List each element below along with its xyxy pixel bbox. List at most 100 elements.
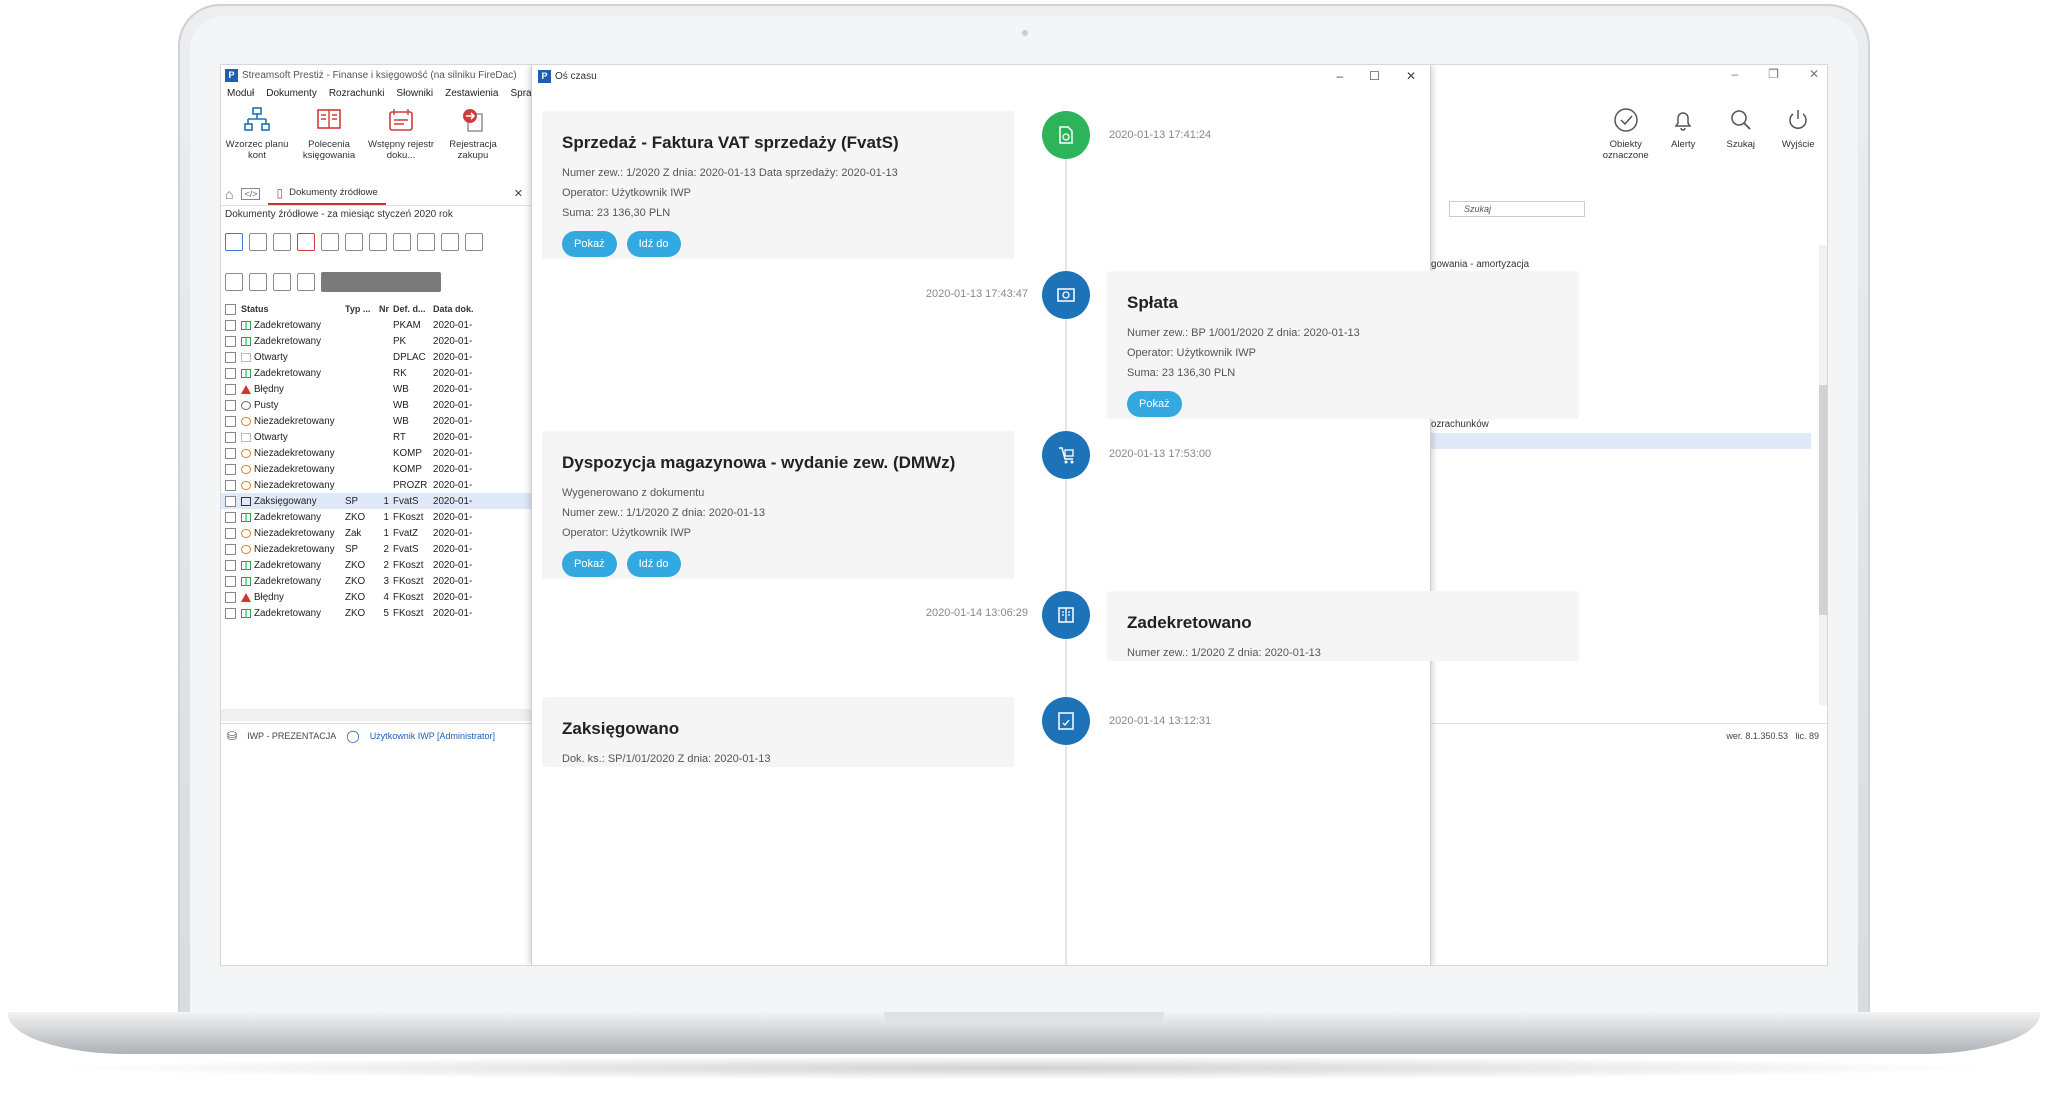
maximize-icon[interactable]: ☐ (1369, 69, 1380, 83)
print-icon[interactable] (297, 233, 315, 251)
table-row[interactable]: Niezadekretowany KOMP 2020-01- (221, 461, 531, 477)
table-row[interactable]: Zadekretowany PKAM 2020-01- (221, 317, 531, 333)
breadcrumb: Dokumenty źródłowe - za miesiąc styczeń … (225, 209, 453, 220)
row-checkbox[interactable] (225, 495, 236, 507)
row-checkbox[interactable] (225, 447, 236, 459)
row-checkbox[interactable] (225, 335, 236, 347)
row-checkbox[interactable] (225, 607, 236, 619)
code-icon[interactable]: </> (241, 187, 261, 200)
current-user[interactable]: Użytkownik IWP [Administrator] (370, 731, 495, 741)
row-checkbox[interactable] (225, 399, 236, 411)
table-row[interactable]: Niezadekretowany Zak 1 FvatZ 2020-01- (221, 525, 531, 541)
horizontal-scrollbar[interactable] (221, 709, 531, 721)
column-number[interactable]: Nr (379, 304, 393, 314)
row-checkbox[interactable] (225, 351, 236, 363)
menu-item[interactable]: Dokumenty (266, 88, 317, 99)
menu-item[interactable]: Spra (510, 88, 531, 99)
row-checkbox[interactable] (225, 431, 236, 443)
table-row[interactable]: Niezadekretowany PROZR 2020-01- (221, 477, 531, 493)
details-icon[interactable] (297, 273, 315, 291)
row-checkbox[interactable] (225, 543, 236, 555)
restore-icon[interactable]: ❐ (1768, 67, 1779, 81)
row-date: 2020-01- (433, 591, 473, 603)
menu-item[interactable]: Rozrachunki (329, 88, 385, 99)
minimize-icon[interactable]: – (1731, 67, 1738, 81)
close-icon[interactable]: ✕ (1809, 67, 1819, 81)
purchase-registration-button[interactable]: Rejestracja zakupu (437, 101, 509, 171)
export-icon[interactable] (345, 233, 363, 251)
list-icon[interactable] (249, 273, 267, 291)
book-icon[interactable] (321, 233, 339, 251)
row-checkbox[interactable] (225, 479, 236, 491)
filter-extra-icon[interactable] (465, 233, 483, 251)
edit-document-icon[interactable] (249, 233, 267, 251)
status-text: Zadekretowany (254, 607, 321, 619)
table-row[interactable]: Zaksięgowany SP 1 FvatS 2020-01- (221, 493, 531, 509)
table-row[interactable]: Pusty WB 2020-01- (221, 397, 531, 413)
show-button[interactable]: Pokaż (562, 231, 617, 257)
row-checkbox[interactable] (225, 383, 236, 395)
alerts-button[interactable]: Alerty (1655, 101, 1713, 181)
table-row[interactable]: Zadekretowany ZKO 1 FKoszt 2020-01- (221, 509, 531, 525)
table-row[interactable]: Zadekretowany ZKO 5 FKoszt 2020-01- (221, 605, 531, 621)
document-tabs: ⌂ </> ▯ Dokumenty źródłowe ✕ (221, 182, 531, 206)
copy-document-icon[interactable] (273, 233, 291, 251)
row-checkbox[interactable] (225, 559, 236, 571)
column-status[interactable]: Status (241, 304, 345, 314)
table-row[interactable]: Zadekretowany ZKO 3 FKoszt 2020-01- (221, 573, 531, 589)
select-all-checkbox[interactable] (225, 303, 236, 315)
row-checkbox[interactable] (225, 575, 236, 587)
table-row[interactable]: Otwarty DPLAC 2020-01- (221, 349, 531, 365)
table-row[interactable]: Niezadekretowany WB 2020-01- (221, 413, 531, 429)
vertical-scrollbar[interactable] (1819, 245, 1827, 705)
row-checkbox[interactable] (225, 319, 236, 331)
table-row[interactable]: Zadekretowany RK 2020-01- (221, 365, 531, 381)
tab-source-documents[interactable]: ▯ Dokumenty źródłowe (268, 183, 386, 205)
row-checkbox[interactable] (225, 367, 236, 379)
menu-item[interactable]: Moduł (227, 88, 254, 99)
table-row[interactable]: Zadekretowany ZKO 2 FKoszt 2020-01- (221, 557, 531, 573)
home-icon[interactable]: ⌂ (225, 186, 233, 202)
menu-item[interactable]: Słowniki (396, 88, 433, 99)
column-type[interactable]: Typ ... (345, 304, 379, 314)
table-row[interactable]: Otwarty RT 2020-01- (221, 429, 531, 445)
row-checkbox[interactable] (225, 463, 236, 475)
list-item[interactable] (1431, 433, 1811, 449)
list-item[interactable]: ozrachunków (1431, 417, 1811, 433)
close-icon[interactable]: ✕ (1406, 69, 1416, 83)
calendar-icon[interactable] (369, 233, 387, 251)
row-status: Niezadekretowany (241, 544, 345, 555)
show-button[interactable]: Pokaż (562, 551, 617, 577)
posting-orders-button[interactable]: Polecenia księgowania (293, 101, 365, 171)
row-checkbox[interactable] (225, 415, 236, 427)
scrollbar-thumb[interactable] (1819, 385, 1827, 615)
marked-objects-button[interactable]: Obiekty oznaczone (1597, 101, 1655, 181)
chart-of-accounts-button[interactable]: Wzorzec planu kont (221, 101, 293, 171)
column-date[interactable]: Data dok. (433, 304, 483, 314)
table-row[interactable]: Błędny ZKO 4 FKoszt 2020-01- (221, 589, 531, 605)
new-document-icon[interactable] (225, 233, 243, 251)
right-panel-search-input[interactable]: Szukaj (1449, 201, 1585, 217)
table-row[interactable]: Błędny WB 2020-01- (221, 381, 531, 397)
archive-icon[interactable] (393, 233, 411, 251)
table-row[interactable]: Zadekretowany PK 2020-01- (221, 333, 531, 349)
table-row[interactable]: Niezadekretowany KOMP 2020-01- (221, 445, 531, 461)
ledger-icon[interactable] (273, 273, 291, 291)
show-button[interactable]: Pokaż (1127, 391, 1182, 417)
go-to-button[interactable]: Idź do (626, 551, 681, 577)
report-icon[interactable] (225, 273, 243, 291)
exit-button[interactable]: Wyjście (1770, 101, 1828, 181)
close-tab-icon[interactable]: ✕ (514, 187, 523, 200)
menu-item[interactable]: Zestawienia (445, 88, 498, 99)
row-checkbox[interactable] (225, 527, 236, 539)
preliminary-register-button[interactable]: Wstępny rejestr doku... (365, 101, 437, 171)
table-row[interactable]: Niezadekretowany SP 2 FvatS 2020-01- (221, 541, 531, 557)
column-definition[interactable]: Def. d... (393, 304, 433, 314)
row-checkbox[interactable] (225, 591, 236, 603)
sort-icon[interactable] (417, 233, 435, 251)
minimize-icon[interactable]: – (1336, 69, 1343, 83)
go-to-button[interactable]: Idź do (626, 231, 681, 257)
row-checkbox[interactable] (225, 511, 236, 523)
search-button[interactable]: Szukaj (1712, 101, 1770, 181)
filter-icon[interactable] (441, 233, 459, 251)
